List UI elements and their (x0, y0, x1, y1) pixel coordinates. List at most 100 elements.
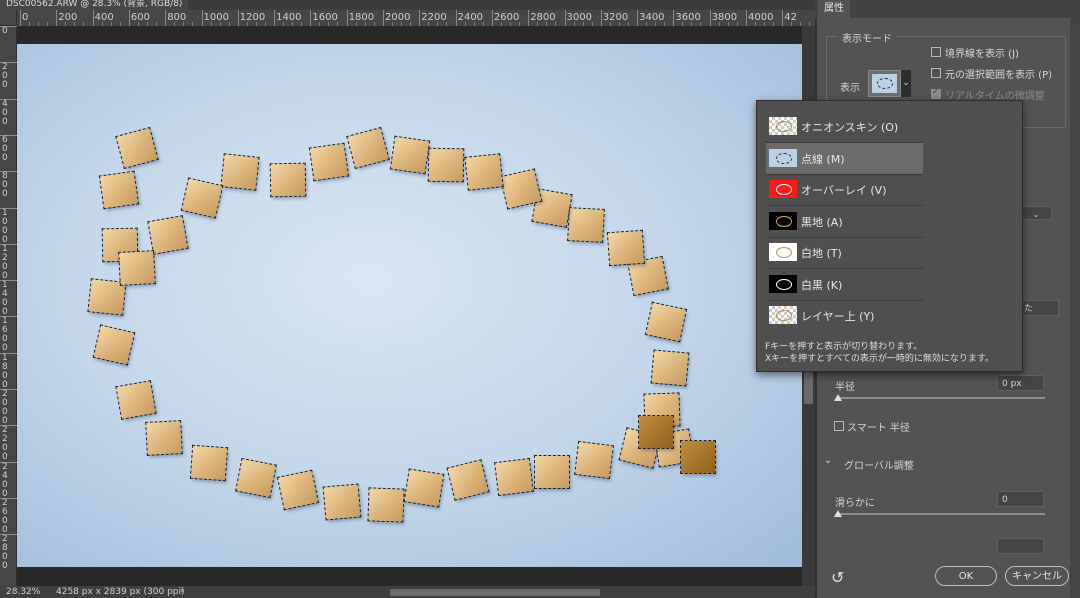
radius-slider-track[interactable] (836, 397, 1045, 399)
menu-item-dotted[interactable]: 点線 (M) (766, 142, 923, 174)
panel-header (815, 0, 1080, 18)
menu-item-label: 黒地 (A) (801, 215, 843, 229)
menu-item-label: レイヤー上 (Y) (801, 310, 875, 323)
wooden-cube (403, 468, 445, 508)
realtime-refine-checkbox[interactable] (931, 87, 941, 99)
chevron-down-icon[interactable]: ⌄ (901, 70, 911, 97)
ruler-tick (600, 10, 602, 26)
wooden-cube (427, 147, 465, 183)
document-tab[interactable]: DSC00562.ARW @ 28.3% (背景, RGB/8) (0, 0, 189, 10)
smart-radius-checkbox[interactable] (834, 421, 844, 431)
smooth-label: 滑らかに (835, 498, 875, 509)
next-input[interactable] (997, 538, 1044, 554)
ruler-label: 0 (2, 26, 8, 36)
tab-properties[interactable]: 属性 (818, 0, 850, 18)
ruler-tick (419, 10, 421, 26)
ruler-tick (491, 10, 493, 26)
ruler-tick (56, 10, 58, 26)
wooden-cube (606, 229, 646, 267)
smooth-input[interactable]: 0 (997, 491, 1044, 507)
smooth-slider-thumb[interactable] (834, 510, 842, 517)
wooden-cube (180, 177, 224, 219)
menu-item-bw[interactable]: 白黒 (K) (766, 269, 923, 300)
ruler-label: 2600 (493, 12, 520, 23)
dotted-view-icon (872, 74, 897, 93)
ruler-tick (564, 10, 566, 26)
ruler-label: 2800 (2, 534, 8, 572)
ruler-label: 2000 (385, 12, 411, 23)
cancel-button[interactable]: キャンセル (1005, 566, 1069, 586)
ruler-tick (528, 10, 530, 26)
horizontal-scrollbar-thumb[interactable] (390, 589, 600, 596)
chevron-down-icon[interactable]: ⌄ (824, 455, 832, 466)
ruler-label: 3400 (639, 12, 665, 23)
ruler-label: 1000 (2, 207, 8, 245)
ruler-label: 2000 (2, 389, 8, 426)
ruler-tick (709, 10, 711, 26)
ruler-label: 2600 (2, 497, 8, 535)
ruler-label: 3800 (711, 12, 738, 23)
wooden-cube (220, 153, 260, 191)
smart-radius-label: スマート 半径 (847, 423, 910, 434)
wooden-cube (346, 126, 390, 170)
show-original-label: 元の選択範囲を表示 (P) (945, 70, 1053, 81)
ruler-label: 400 (2, 98, 8, 127)
menu-item-label: 点線 (M) (801, 152, 845, 166)
black-preview-icon (769, 211, 797, 230)
reset-icon[interactable]: ↺ (831, 568, 844, 587)
wooden-cube (308, 142, 350, 182)
menu-item-white[interactable]: 白地 (T) (766, 237, 923, 268)
ruler-corner (0, 10, 17, 26)
ok-button[interactable]: OK (935, 566, 997, 586)
ruler-label: 600 (2, 134, 8, 163)
menu-item-label: 白黒 (K) (801, 278, 843, 292)
menu-item-layer[interactable]: レイヤー上 (Y) (766, 300, 923, 331)
ruler-label: 1600 (312, 12, 338, 23)
wooden-cube (389, 135, 431, 175)
show-edges-label: 境界線を表示 (J) (945, 49, 1019, 60)
ruler-tick (165, 10, 167, 26)
panel-scrollbar[interactable] (1070, 18, 1080, 598)
photo-canvas[interactable] (17, 44, 802, 567)
wooden-cube (115, 126, 159, 170)
view-thumbnail-button[interactable] (868, 70, 901, 97)
ruler-label: 2200 (421, 12, 447, 23)
ruler-tick (746, 10, 747, 26)
ruler-tick (92, 10, 94, 26)
radius-slider-thumb[interactable] (834, 394, 842, 401)
smooth-slider-track[interactable] (836, 513, 1045, 515)
global-refine-heading[interactable]: グローバル調整 (844, 457, 914, 472)
status-arrow-icon[interactable]: › (180, 586, 184, 596)
ruler-label: 1800 (2, 352, 8, 390)
menu-item-label: オーバーレイ (V) (801, 184, 887, 197)
show-edges-checkbox[interactable] (931, 47, 941, 57)
wooden-cube (276, 469, 320, 511)
ruler-label: 0 (22, 12, 29, 23)
wooden-cube (98, 170, 140, 210)
menu-item-overlay[interactable]: オーバーレイ (V) (766, 174, 923, 205)
ruler-label: 3200 (602, 12, 629, 23)
wooden-cube (534, 455, 570, 489)
wooden-cube-dark (638, 415, 674, 449)
wooden-cube (189, 444, 229, 482)
wooden-cube (147, 215, 189, 255)
wooden-cube (322, 483, 362, 521)
menu-hint-x: Xキーを押すとすべての表示が一時的に無効になります。 (765, 354, 995, 364)
ruler-tick (637, 10, 639, 26)
ruler-label: 200 (2, 62, 8, 91)
wooden-cube (115, 380, 157, 420)
view-mode-legend: 表示モード (838, 30, 896, 45)
menu-item-black[interactable]: 黒地 (A) (766, 206, 923, 237)
bw-preview-icon (769, 274, 797, 293)
scrollbar-thumb[interactable] (804, 370, 813, 404)
wooden-cube (464, 153, 504, 191)
zoom-level[interactable]: 28.32% (6, 587, 40, 597)
show-original-checkbox[interactable] (931, 68, 941, 78)
wooden-cube-dark (680, 440, 716, 474)
menu-item-onion[interactable]: オニオンスキン (O) (766, 111, 923, 142)
ruler-label: 800 (2, 171, 8, 200)
radius-input[interactable]: 0 px (997, 375, 1044, 391)
mode-dropdown-chevron-icon[interactable]: ⌄ (1020, 206, 1052, 220)
ruler-label: 1200 (239, 12, 266, 23)
onion-preview-icon (769, 117, 797, 135)
